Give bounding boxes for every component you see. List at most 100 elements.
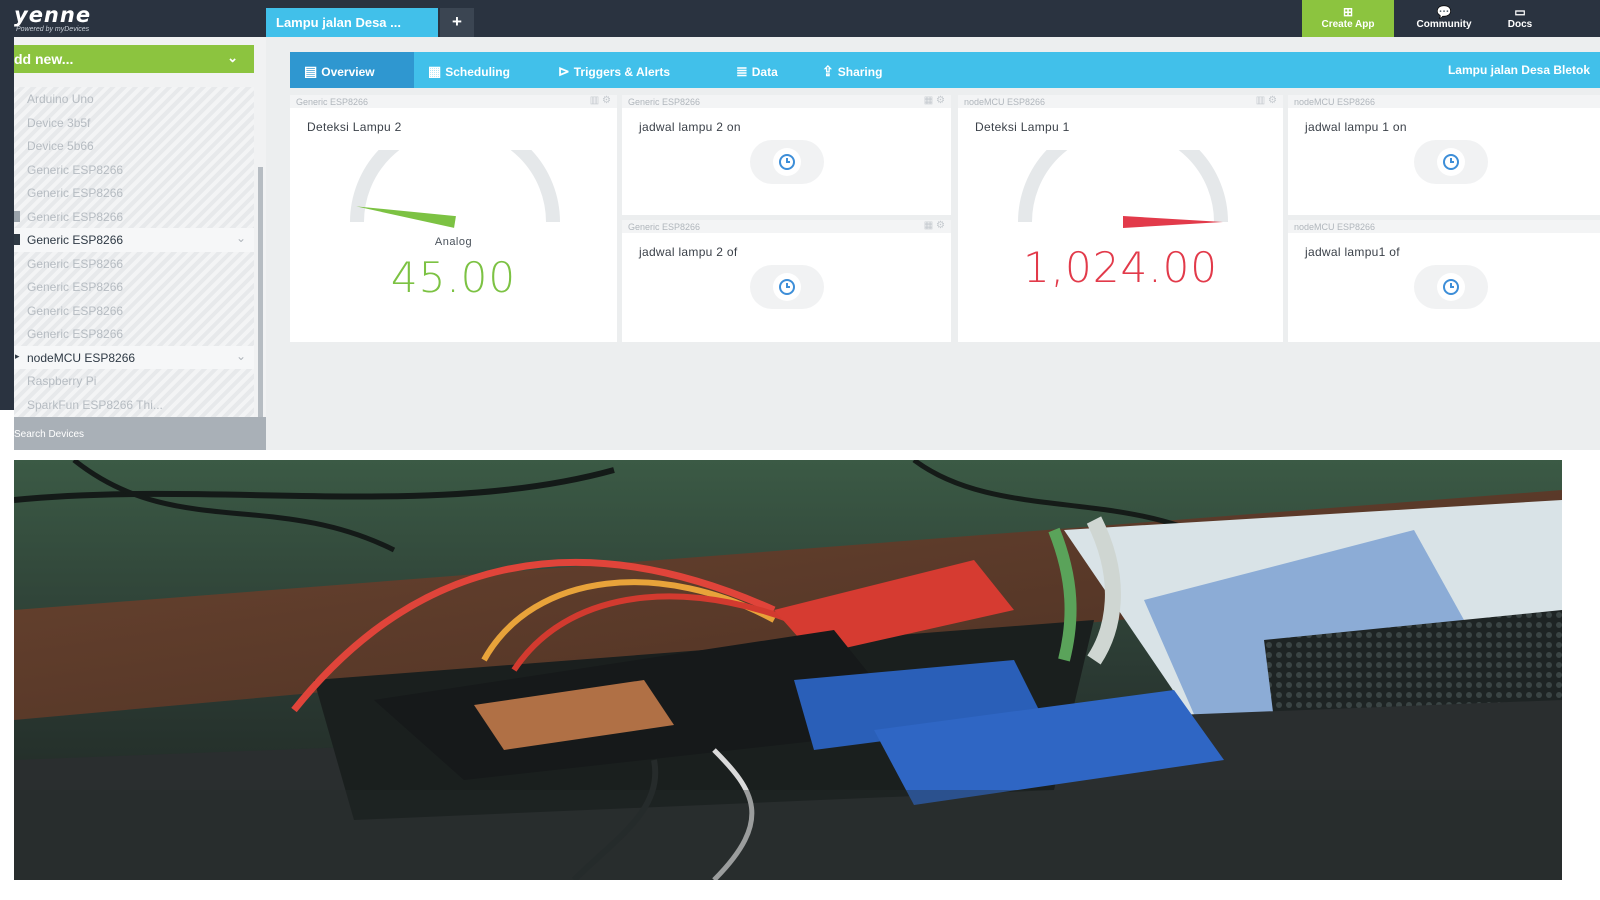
device-label: SparkFun ESP8266 Thi... — [27, 397, 163, 412]
calendar-icon: ▦ — [428, 63, 442, 79]
device-label: Device 5b66 — [27, 139, 94, 153]
widget-settings-icon[interactable]: ▥ ⚙ — [590, 95, 611, 106]
device-label: Arduino Uno — [27, 92, 94, 106]
add-tab-button[interactable]: + — [440, 8, 474, 37]
device-list-item[interactable]: Generic ESP8266 — [14, 158, 254, 182]
cayenne-dashboard-screenshot: yenne Powered by myDevices Lampu jalan D… — [14, 0, 1600, 450]
widget-settings-icon[interactable]: ▦ ⚙ — [924, 95, 945, 106]
widget-settings-icon[interactable]: ▥ ⚙ — [1256, 95, 1277, 106]
share-icon: ⇪ — [822, 63, 834, 79]
device-label: Generic ESP8266 — [27, 303, 124, 318]
device-label: Generic ESP8266 — [27, 233, 124, 247]
device-list-item[interactable]: Device 5b66 — [14, 134, 254, 158]
search-devices-field[interactable]: Search Devices — [14, 417, 266, 450]
create-app-label: Create App — [1321, 19, 1375, 30]
device-list-item[interactable]: Generic ESP8266 — [14, 275, 254, 299]
widget-title: Deteksi Lampu 1 — [975, 120, 1070, 134]
device-marker — [14, 234, 20, 245]
gauge-dial — [340, 117, 570, 230]
widget-title: jadwal lampu1 of — [1305, 245, 1400, 259]
docs-button[interactable]: ▭ Docs — [1498, 0, 1542, 37]
device-list-item[interactable]: Generic ESP8266 — [14, 299, 254, 323]
device-list-item[interactable]: Generic ESP8266 — [14, 322, 254, 346]
gauge-widget-deteksi-lampu-2[interactable]: Generic ESP8266 ▥ ⚙ Deteksi Lampu 2 Anal… — [290, 95, 617, 342]
clock-icon[interactable] — [750, 140, 824, 184]
widget-device-label: nodeMCU ESP8266 — [1288, 220, 1600, 233]
hardware-photo-nodemcu-relay — [14, 460, 1562, 880]
device-list-item[interactable]: Generic ESP8266 — [14, 181, 254, 205]
schedule-widget-lampu-2-on[interactable]: Generic ESP8266 ▦ ⚙ jadwal lampu 2 on — [622, 95, 951, 215]
chat-bubbles-icon: 💬 — [1436, 5, 1452, 19]
gauge-needle — [1123, 216, 1223, 228]
gauge-value: 1,024.00 — [1022, 243, 1219, 292]
tab-overview[interactable]: ▤ Overview — [290, 52, 414, 88]
widget-device-name: nodeMCU ESP8266 — [964, 97, 1046, 107]
chevron-down-icon[interactable]: ⌄ — [236, 231, 246, 245]
tab-scheduling[interactable]: ▦ Scheduling — [428, 52, 510, 88]
device-list-item[interactable]: Generic ESP8266 ⌄ — [14, 228, 254, 252]
expand-arrow-icon: ▸ — [15, 350, 20, 361]
gauge-unit-label: Analog — [434, 236, 473, 248]
project-tab[interactable]: Lampu jalan Desa ... — [266, 8, 438, 37]
tab-triggers[interactable]: ⊳ Triggers & Alerts — [558, 52, 670, 88]
schedule-widget-lampu-1-of[interactable]: nodeMCU ESP8266 jadwal lampu1 of — [1288, 220, 1600, 342]
widget-device-name: Generic ESP8266 — [628, 97, 701, 107]
widget-device-label: Generic ESP8266 ▦ ⚙ — [622, 220, 951, 233]
device-label: Device 3b5f — [27, 115, 91, 130]
device-marker — [14, 210, 20, 222]
device-label: Generic ESP8266 — [27, 256, 124, 271]
logo-name: yenne — [14, 3, 92, 27]
device-list-item[interactable]: ▸ nodeMCU ESP8266 ⌄ — [14, 345, 254, 369]
widget-title: jadwal lampu 2 of — [639, 245, 738, 259]
device-list-item[interactable]: Generic ESP8266 — [14, 205, 254, 229]
clock-icon[interactable] — [1414, 140, 1488, 184]
project-title: Lampu jalan Desa Bletok — [1447, 63, 1590, 77]
schedule-widget-lampu-1-on[interactable]: nodeMCU ESP8266 jadwal lampu 1 on — [1288, 95, 1600, 215]
add-new-label: dd new... — [14, 51, 74, 67]
chevron-down-icon: ⌄ — [227, 50, 238, 65]
widget-device-name: nodeMCU ESP8266 — [1294, 97, 1376, 107]
gauge-needle — [356, 206, 456, 228]
top-navigation-bar: yenne Powered by myDevices Lampu jalan D… — [14, 0, 1600, 37]
chevron-down-icon[interactable]: ⌄ — [236, 349, 246, 363]
device-list-item[interactable]: Arduino Uno — [14, 87, 254, 111]
database-icon: ≣ — [736, 63, 748, 79]
device-label: Generic ESP8266 — [27, 162, 124, 177]
widget-device-label: nodeMCU ESP8266 — [1288, 95, 1600, 108]
logo-subtitle: Powered by myDevices — [16, 26, 90, 33]
sidebar-scrollbar[interactable] — [258, 167, 263, 417]
tab-triggers-label: Triggers & Alerts — [573, 65, 670, 79]
device-label: nodeMCU ESP8266 — [27, 350, 136, 365]
schedule-widget-lampu-2-of[interactable]: Generic ESP8266 ▦ ⚙ jadwal lampu 2 of — [622, 220, 951, 342]
device-list-item[interactable]: Device 3b5f — [14, 111, 254, 135]
create-app-icon: ⊞ — [1342, 5, 1354, 19]
community-button[interactable]: 💬 Community — [1406, 0, 1482, 37]
device-label: Generic ESP8266 — [27, 209, 124, 224]
widget-device-name: nodeMCU ESP8266 — [1294, 222, 1376, 232]
gauge-value: 45.00 — [390, 253, 517, 302]
widget-device-label: nodeMCU ESP8266 ▥ ⚙ — [958, 95, 1283, 108]
dashboard-tab-bar: ▤ Overview ▦ Scheduling ⊳ Triggers & Alerts… — [290, 52, 1600, 88]
tab-sharing-label: Sharing — [837, 65, 883, 79]
widget-device-name: Generic ESP8266 — [628, 222, 701, 232]
widget-settings-icon[interactable]: ▦ ⚙ — [924, 220, 945, 231]
widget-title: Deteksi Lampu 2 — [307, 120, 402, 134]
tab-data[interactable]: ≣ Data — [736, 52, 778, 88]
tab-data-label: Data — [751, 65, 778, 79]
gauge-widget-deteksi-lampu-1[interactable]: nodeMCU ESP8266 ▥ ⚙ Deteksi Lampu 1 1,02… — [958, 95, 1283, 342]
device-label: Generic ESP8266 — [27, 327, 124, 341]
clock-icon[interactable] — [750, 265, 824, 309]
create-app-button[interactable]: ⊞ Create App — [1302, 0, 1394, 37]
add-new-button[interactable]: dd new... ⌄ — [14, 45, 254, 73]
cayenne-logo[interactable]: yenne Powered by myDevices — [14, 4, 91, 33]
tab-scheduling-label: Scheduling — [445, 65, 510, 79]
device-list-item[interactable]: SparkFun ESP8266 Thi... — [14, 393, 254, 417]
docs-label: Docs — [1507, 19, 1533, 30]
widget-title: jadwal lampu 2 on — [639, 120, 741, 134]
widget-title: jadwal lampu 1 on — [1305, 120, 1407, 134]
device-list-item[interactable]: Raspberry Pi — [14, 369, 254, 393]
clock-icon[interactable] — [1414, 265, 1488, 309]
device-sidebar: dd new... ⌄ Arduino Uno Device 3b5f Device… — [14, 37, 266, 450]
tab-sharing[interactable]: ⇪ Sharing — [822, 52, 882, 88]
device-list-item[interactable]: Generic ESP8266 — [14, 252, 254, 276]
